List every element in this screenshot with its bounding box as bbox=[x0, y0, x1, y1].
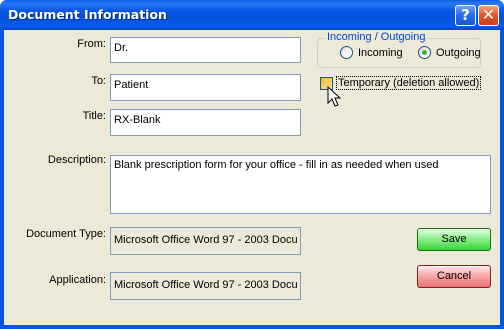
direction-group: Incoming / Outgoing Incoming Outgoing bbox=[317, 31, 481, 68]
description-field[interactable]: Blank prescription form for your office … bbox=[110, 155, 491, 214]
description-value: Blank prescription form for your office … bbox=[114, 159, 439, 171]
application-label: Application: bbox=[49, 274, 106, 286]
outgoing-label: Outgoing bbox=[436, 46, 481, 59]
direction-group-legend: Incoming / Outgoing bbox=[325, 31, 428, 43]
from-field[interactable]: Dr. bbox=[110, 37, 301, 63]
application-value: Microsoft Office Word 97 - 2003 Docu bbox=[114, 279, 298, 291]
incoming-radio[interactable]: Incoming bbox=[340, 46, 403, 59]
save-button-label: Save bbox=[441, 233, 467, 245]
dialog-window: Document Information ? ✕ From: Dr. To: P… bbox=[0, 0, 504, 329]
from-value: Dr. bbox=[114, 42, 129, 54]
to-label: To: bbox=[91, 75, 106, 87]
to-value: Patient bbox=[114, 79, 149, 91]
window-title: Document Information bbox=[8, 7, 167, 22]
to-field[interactable]: Patient bbox=[110, 74, 301, 101]
close-button[interactable]: ✕ bbox=[478, 5, 499, 26]
temporary-label: Temporary (deletion allowed) bbox=[336, 76, 482, 90]
description-label: Description: bbox=[47, 154, 106, 166]
title-label: Title: bbox=[82, 110, 106, 122]
incoming-label: Incoming bbox=[358, 46, 403, 59]
radio-checked-icon bbox=[418, 46, 431, 59]
title-field[interactable]: RX-Blank bbox=[110, 109, 301, 136]
document-type-label: Document Type: bbox=[26, 228, 106, 240]
from-label: From: bbox=[77, 38, 106, 50]
radio-unchecked-icon bbox=[340, 46, 353, 59]
outgoing-radio[interactable]: Outgoing bbox=[418, 46, 481, 59]
document-type-field: Microsoft Office Word 97 - 2003 Docu bbox=[110, 227, 301, 255]
close-icon: ✕ bbox=[481, 5, 496, 24]
temporary-checkbox[interactable]: Temporary (deletion allowed) bbox=[320, 76, 482, 90]
title-value: RX-Blank bbox=[114, 114, 161, 126]
application-field: Microsoft Office Word 97 - 2003 Docu bbox=[110, 272, 301, 300]
help-button[interactable]: ? bbox=[455, 5, 476, 26]
cancel-button-label: Cancel bbox=[436, 270, 472, 282]
save-button[interactable]: Save bbox=[417, 228, 491, 251]
mouse-pointer-icon bbox=[327, 86, 342, 107]
dialog-body: From: Dr. To: Patient Title: RX-Blank De… bbox=[4, 30, 500, 325]
document-type-value: Microsoft Office Word 97 - 2003 Docu bbox=[114, 234, 298, 246]
help-icon: ? bbox=[461, 6, 470, 24]
cancel-button[interactable]: Cancel bbox=[417, 265, 491, 288]
title-bar[interactable]: Document Information ? ✕ bbox=[0, 0, 504, 30]
